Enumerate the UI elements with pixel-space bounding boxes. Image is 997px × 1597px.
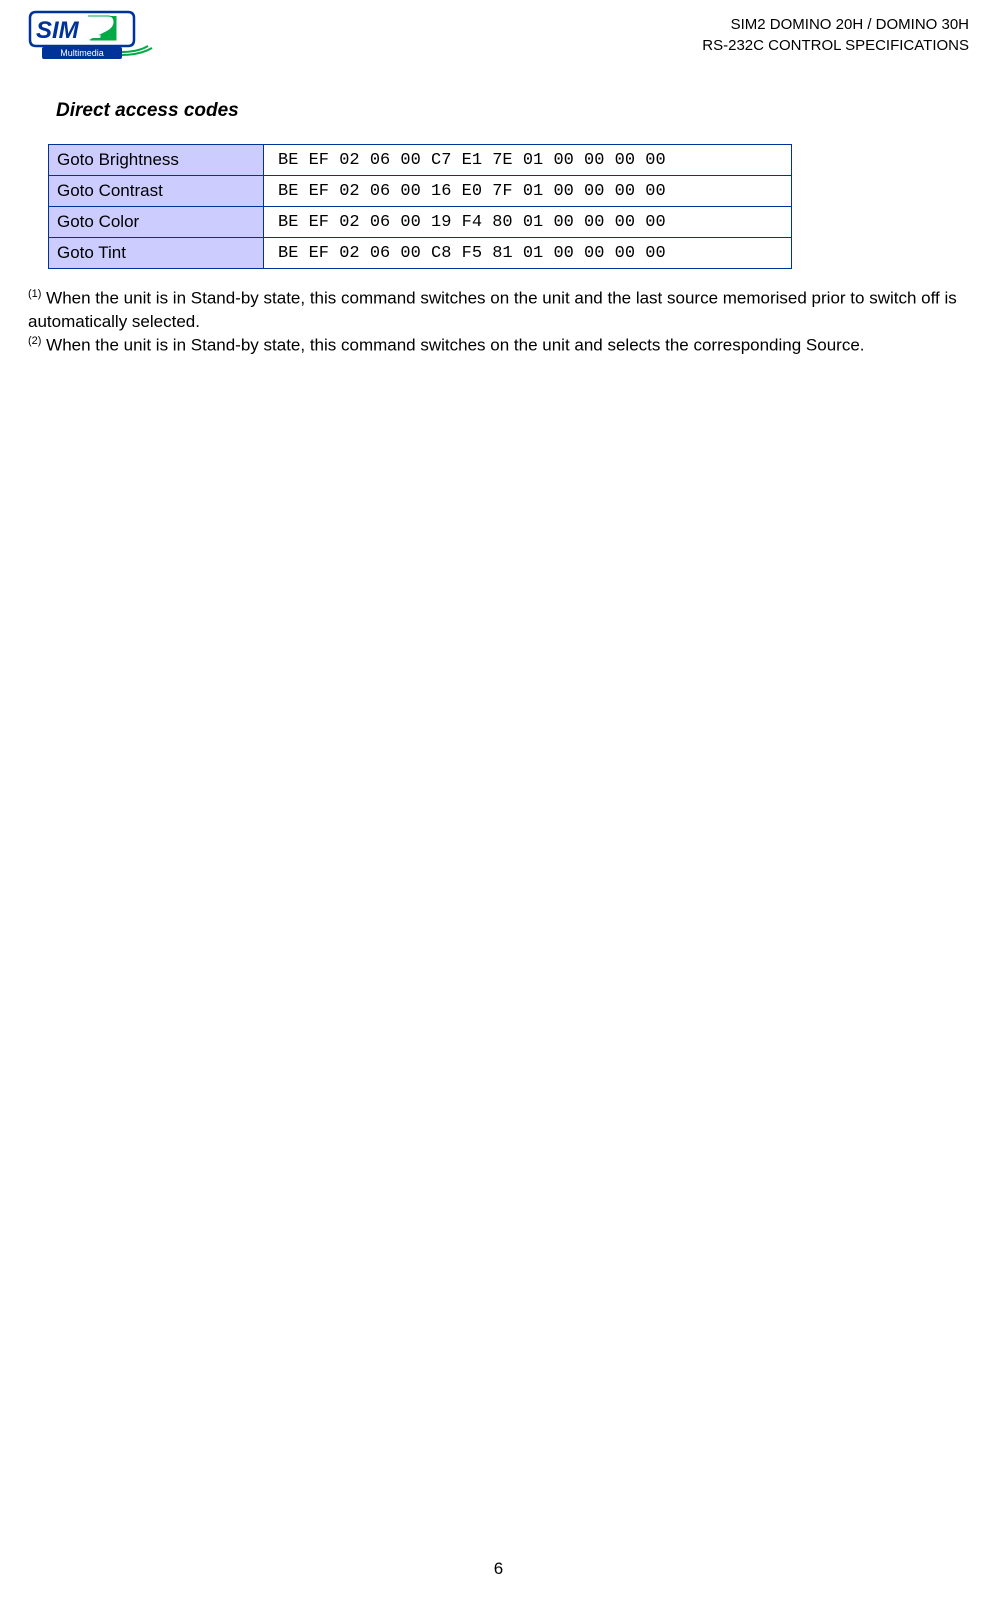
table-row: Goto Color BE EF 02 06 00 19 F4 80 01 00… [49,207,792,238]
svg-text:Multimedia: Multimedia [60,48,104,58]
svg-text:SIM: SIM [36,17,80,44]
footnote-1: (1) When the unit is in Stand-by state, … [28,287,969,334]
page-number: 6 [0,1559,997,1579]
footnote-2: (2) When the unit is in Stand-by state, … [28,334,969,358]
table-cell-label: Goto Tint [49,238,264,269]
table-cell-label: Goto Brightness [49,145,264,176]
table-row: Goto Brightness BE EF 02 06 00 C7 E1 7E … [49,145,792,176]
header-title-line1: SIM2 DOMINO 20H / DOMINO 30H [731,16,969,33]
svg-text:2: 2 [88,17,103,44]
table-cell-code: BE EF 02 06 00 C8 F5 81 01 00 00 00 00 [264,238,792,269]
sim2-logo: SIM 2 Multimedia [28,10,158,60]
footnote-2-sup: (2) [28,335,41,347]
table-cell-code: BE EF 02 06 00 19 F4 80 01 00 00 00 00 [264,207,792,238]
table-cell-label: Goto Contrast [49,176,264,207]
table-row: Goto Tint BE EF 02 06 00 C8 F5 81 01 00 … [49,238,792,269]
header-title-line2: RS-232C CONTROL SPECIFICATIONS [702,37,969,54]
section-title: Direct access codes [56,100,969,122]
codes-table: Goto Brightness BE EF 02 06 00 C7 E1 7E … [48,144,792,269]
table-cell-code: BE EF 02 06 00 C7 E1 7E 01 00 00 00 00 [264,145,792,176]
footnote-1-sup: (1) [28,288,41,300]
table-row: Goto Contrast BE EF 02 06 00 16 E0 7F 01… [49,176,792,207]
header-title: SIM2 DOMINO 20H / DOMINO 30H RS-232C CON… [702,10,969,56]
table-cell-label: Goto Color [49,207,264,238]
footnotes: (1) When the unit is in Stand-by state, … [28,287,969,357]
page-header: SIM 2 Multimedia SIM2 DOMINO 20H / DOMIN… [0,0,997,60]
footnote-1-text: When the unit is in Stand-by state, this… [28,289,957,331]
table-cell-code: BE EF 02 06 00 16 E0 7F 01 00 00 00 00 [264,176,792,207]
page-content: Direct access codes Goto Brightness BE E… [0,60,997,357]
footnote-2-text: When the unit is in Stand-by state, this… [41,335,864,354]
